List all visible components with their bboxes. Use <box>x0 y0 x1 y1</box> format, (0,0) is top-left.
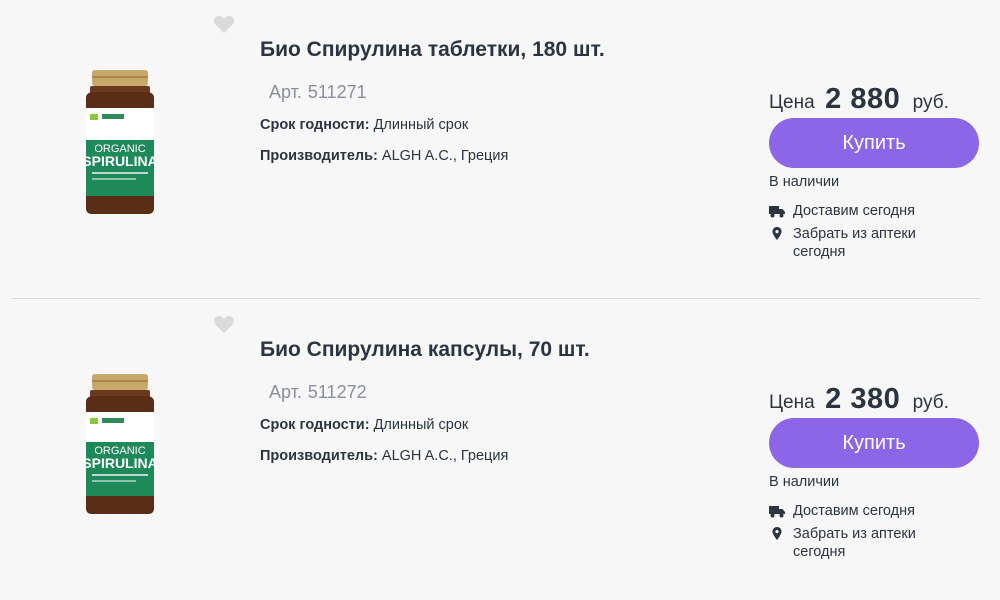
manufacturer: Производитель: ALGH A.C., Греция <box>260 148 508 164</box>
price-label: Цена <box>769 392 815 413</box>
shelf-life-value: Длинный срок <box>373 417 469 433</box>
map-pin-icon <box>772 227 782 240</box>
map-pin-icon <box>772 527 782 540</box>
image-text-main: SPIRULINA <box>82 153 157 169</box>
product-sku: Арт. 511271 <box>269 82 367 103</box>
sku-label: Арт. <box>269 82 302 102</box>
price-value: 2 380 <box>825 383 901 415</box>
truck-icon <box>769 506 785 518</box>
product-card: ORGANIC SPIRULINA Био Спирулина капсулы,… <box>0 300 1000 600</box>
price: Цена 2 380 руб. <box>769 383 949 416</box>
delivery-text: Доставим сегодня <box>793 203 915 219</box>
shelf-life-label: Срок годности: <box>260 117 370 133</box>
stock-status: В наличии <box>769 174 840 190</box>
shelf-life-value: Длинный срок <box>373 117 469 133</box>
sku-value: 511271 <box>307 82 367 102</box>
buy-button[interactable]: Купить <box>769 118 979 168</box>
heart-icon[interactable] <box>213 14 235 34</box>
product-title[interactable]: Био Спирулина таблетки, 180 шт. <box>260 38 605 62</box>
product-sku: Арт. 511272 <box>269 382 367 403</box>
buy-button[interactable]: Купить <box>769 418 979 468</box>
product-card: ORGANIC SPIRULINA Био Спирулина таблетки… <box>0 0 1000 300</box>
manufacturer-label: Производитель: <box>260 448 378 464</box>
manufacturer-label: Производитель: <box>260 148 378 164</box>
sku-label: Арт. <box>269 382 302 402</box>
delivery-text: Доставим сегодня <box>793 503 915 519</box>
truck-icon <box>769 206 785 218</box>
image-text-main: SPIRULINA <box>82 455 157 471</box>
shelf-life: Срок годности: Длинный срок <box>260 417 468 433</box>
product-image[interactable]: ORGANIC SPIRULINA <box>72 368 168 516</box>
price-currency: руб. <box>912 392 949 413</box>
pickup-text: Забрать из аптеки сегодня <box>793 226 916 260</box>
shelf-life-label: Срок годности: <box>260 417 370 433</box>
price-label: Цена <box>769 92 815 113</box>
stock-status: В наличии <box>769 474 840 490</box>
price-currency: руб. <box>912 92 949 113</box>
manufacturer-value: ALGH A.C., Греция <box>381 448 509 464</box>
pickup-text: Забрать из аптеки сегодня <box>793 526 916 560</box>
sku-value: 511272 <box>307 382 367 402</box>
manufacturer-value: ALGH A.C., Греция <box>381 148 509 164</box>
product-title[interactable]: Био Спирулина капсулы, 70 шт. <box>260 338 590 362</box>
product-image[interactable]: ORGANIC SPIRULINA <box>72 68 168 216</box>
price-value: 2 880 <box>825 83 901 115</box>
manufacturer: Производитель: ALGH A.C., Греция <box>260 448 508 464</box>
heart-icon[interactable] <box>213 314 235 334</box>
shelf-life: Срок годности: Длинный срок <box>260 117 468 133</box>
price: Цена 2 880 руб. <box>769 83 949 116</box>
divider <box>12 298 980 299</box>
